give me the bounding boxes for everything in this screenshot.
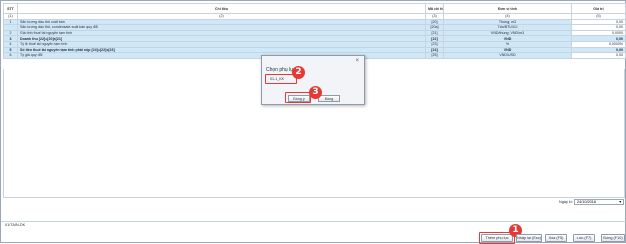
- header-indicator: Chỉ tiêu: [17, 3, 426, 14]
- dialog-close-button[interactable]: Đóng: [318, 95, 340, 102]
- form-tab-bar: 01/TAIN-DK: [1, 221, 626, 228]
- close-button[interactable]: Đóng (F10): [601, 234, 625, 242]
- sign-date-value: 24/10/2016: [577, 200, 597, 204]
- table-header: STT Chỉ tiêu Mã chỉ tiêu Đơn vị tính Giá…: [3, 3, 626, 14]
- sign-date-label: Ngày kí:: [559, 200, 573, 204]
- step-3-badge: 3: [309, 86, 322, 99]
- declaration-table: STT Chỉ tiêu Mã chỉ tiêu Đơn vị tính Giá…: [3, 3, 626, 59]
- row-code: [25]: [425, 52, 444, 59]
- add-appendix-button[interactable]: Thêm phụ lục: [481, 234, 513, 242]
- close-icon[interactable]: ×: [355, 58, 359, 64]
- delete-button[interactable]: Xóa (F5): [545, 234, 567, 242]
- main-window: STT Chỉ tiêu Mã chỉ tiêu Đơn vị tính Giá…: [0, 0, 626, 244]
- ok-button[interactable]: Đồng ý: [288, 95, 310, 102]
- save-button[interactable]: Lưu (F7): [573, 234, 595, 242]
- row-unit: VND/USD: [443, 52, 572, 59]
- row-value-input[interactable]: 0,00: [571, 52, 626, 59]
- header-value: Giá trị: [571, 3, 626, 14]
- chevron-down-icon[interactable]: ▼: [619, 200, 622, 205]
- tab-01-tain-dk[interactable]: 01/TAIN-DK: [3, 223, 27, 227]
- appendix-option-01-1-kk[interactable]: 01-1_KK: [270, 77, 284, 81]
- header-code: Mã chỉ tiêu: [425, 3, 444, 14]
- step-2-badge: 2: [292, 66, 305, 79]
- row-stt: 6: [3, 52, 18, 59]
- header-stt: STT: [3, 3, 18, 14]
- reload-button[interactable]: Nhập lại (Esc): [516, 234, 542, 242]
- header-unit: Đơn vị tính: [443, 3, 572, 14]
- sign-date-picker[interactable]: 24/10/2016 ▼: [574, 199, 624, 205]
- sign-date-row: Ngày kí: 24/10/2016 ▼: [1, 198, 626, 207]
